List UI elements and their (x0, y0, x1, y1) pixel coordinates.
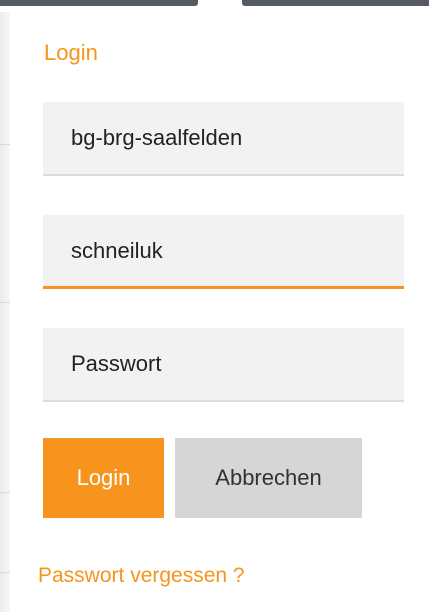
school-field[interactable]: bg-brg-saalfelden (43, 102, 404, 176)
edge-divider (0, 302, 10, 303)
background-page-edge (0, 12, 10, 612)
login-button[interactable]: Login (43, 438, 164, 518)
username-field[interactable]: schneiluk (43, 215, 404, 289)
edge-divider (0, 492, 10, 493)
password-field[interactable]: Passwort (43, 328, 404, 402)
login-panel: Login bg-brg-saalfelden schneiluk Passwo… (10, 6, 429, 612)
cancel-button[interactable]: Abbrechen (175, 438, 362, 518)
login-title: Login (44, 40, 98, 65)
edge-divider (0, 572, 10, 573)
edge-divider (0, 144, 10, 145)
forgot-password-link[interactable]: Passwort vergessen ? (38, 564, 245, 588)
